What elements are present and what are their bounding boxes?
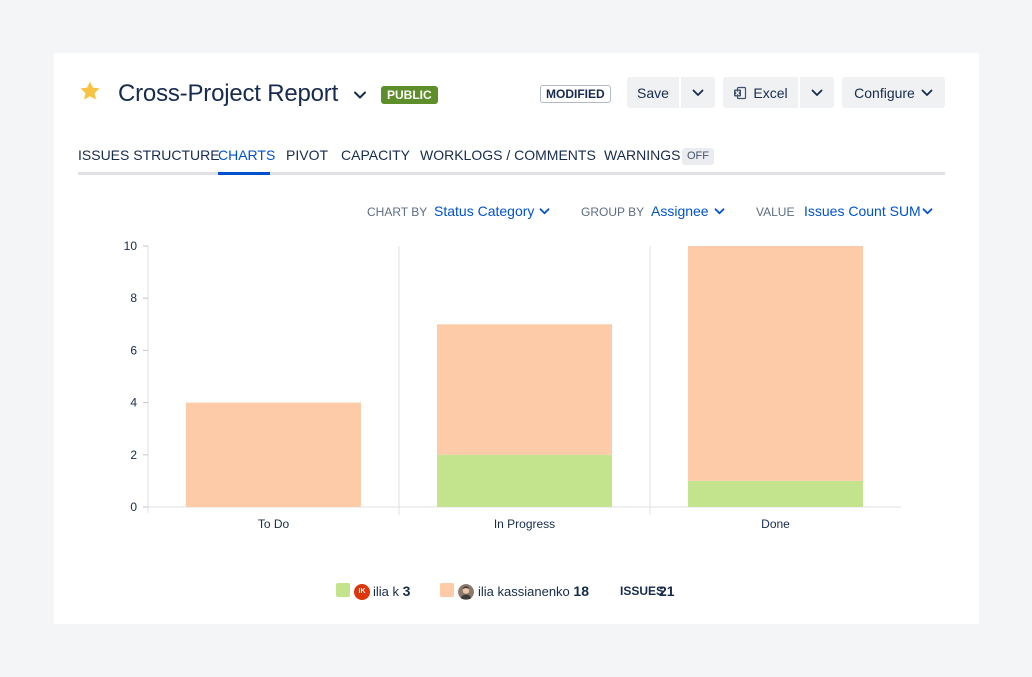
bar-segment (186, 402, 361, 507)
legend-name: ilia kassianenko (478, 584, 570, 599)
x-tick-label: Done (761, 517, 790, 531)
y-tick-label: 10 (124, 239, 138, 253)
legend-count: 18 (573, 583, 589, 599)
bar-segment (688, 480, 863, 507)
x-tick-label: In Progress (494, 517, 555, 531)
legend-name: ilia k (373, 584, 400, 599)
stacked-bar-chart: 0 2 4 6 8 10 To Do In Progress Done (124, 239, 901, 531)
y-tick-label: 4 (130, 396, 137, 410)
bar-segment (688, 246, 863, 481)
avatar-ilia-k: IK (354, 584, 370, 600)
y-tick-label: 6 (130, 343, 137, 357)
y-tick-label: 8 (130, 291, 137, 305)
legend-count: 3 (402, 583, 411, 599)
legend-swatch-ilia-kassianenko[interactable] (440, 583, 454, 597)
legend-swatch-ilia-k[interactable] (336, 583, 350, 597)
y-tick-label: 2 (130, 448, 137, 462)
legend-item-ilia-kassianenko[interactable]: ilia kassianenko 18 (478, 583, 589, 599)
issues-total-label: ISSUES (620, 584, 665, 598)
issues-total-count: 21 (659, 583, 675, 599)
y-tick-label: 0 (130, 500, 137, 514)
bar-segment (437, 454, 612, 507)
x-tick-label: To Do (258, 517, 290, 531)
avatar-ilia-kassianenko (458, 584, 474, 600)
bar-segment (437, 324, 612, 455)
legend-item-ilia-k[interactable]: ilia k 3 (373, 583, 410, 599)
